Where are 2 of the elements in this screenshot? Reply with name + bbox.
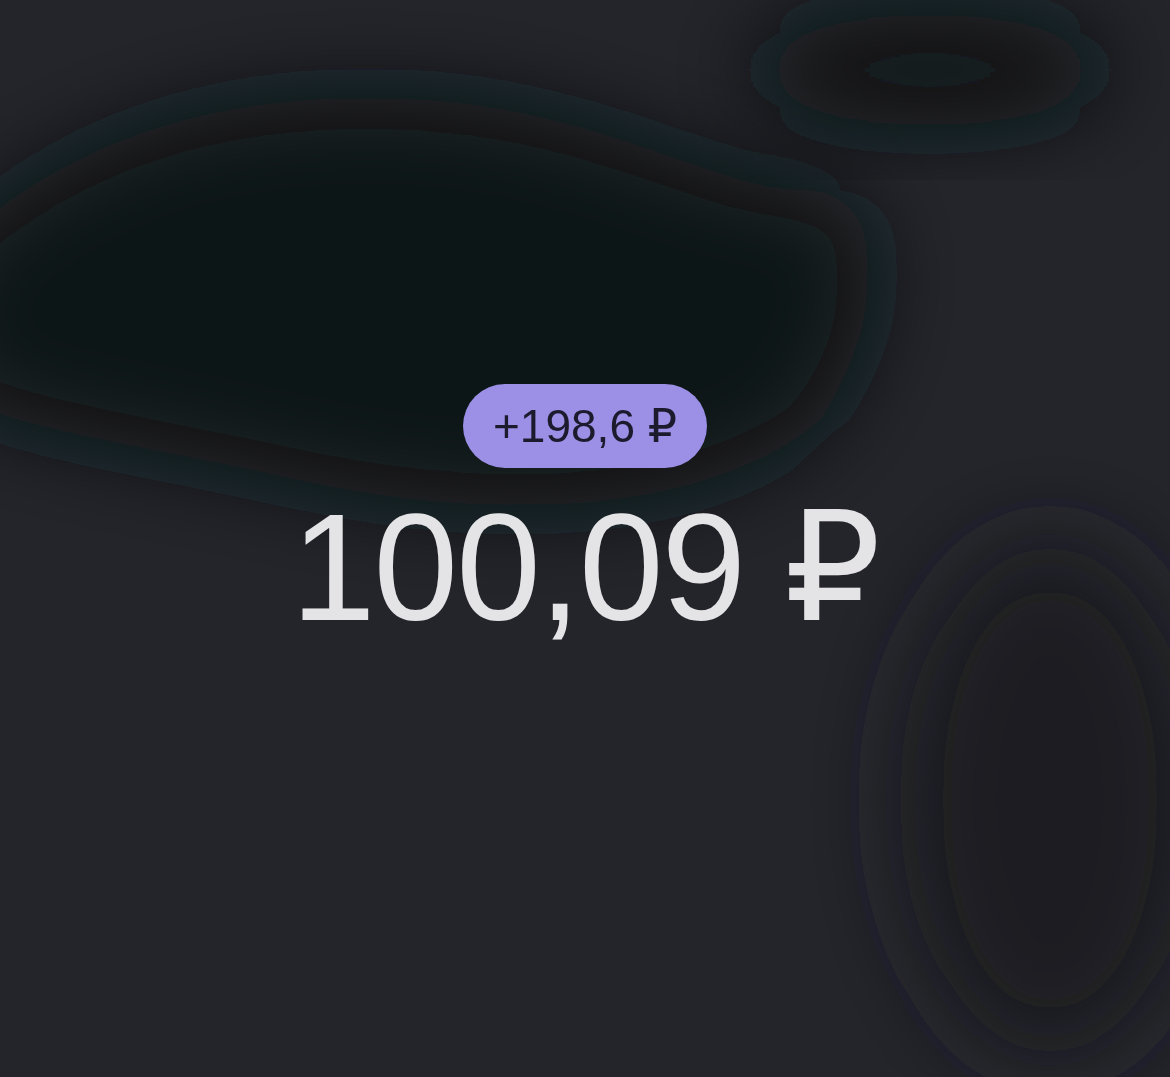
- change-badge: +198,6 ₽: [463, 384, 707, 468]
- balance-amount: 100,09 ₽: [291, 482, 879, 652]
